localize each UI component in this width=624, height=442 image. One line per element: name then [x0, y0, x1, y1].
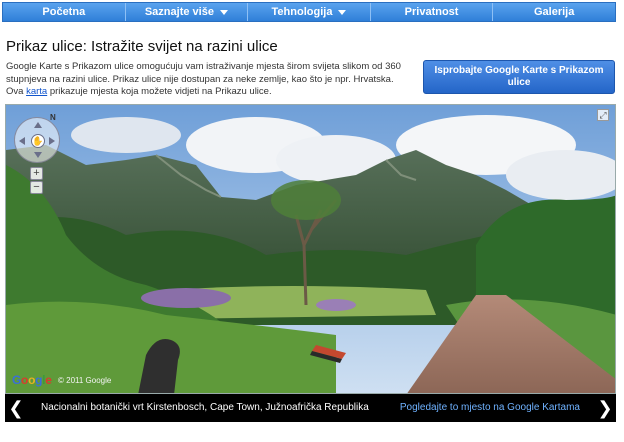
nav-item-label: Galerija: [533, 6, 575, 18]
nav-item-tehnologija[interactable]: Tehnologija: [248, 3, 371, 21]
try-google-maps-button[interactable]: Isprobajte Google Karte s Prikazom ulice: [423, 60, 615, 94]
nav-item-privatnost[interactable]: Privatnost: [371, 3, 494, 21]
logo-letter: G: [12, 373, 22, 387]
pan-right-icon[interactable]: [49, 137, 55, 145]
caption-bar: ❮ Nacionalni botanički vrt Kirstenbosch,…: [5, 394, 616, 422]
street-view-panorama[interactable]: ✋ N + − ⤢ Google © 2011 Google: [5, 104, 616, 394]
nav-item-label: Tehnologija: [271, 6, 333, 18]
nav-item-pocetna[interactable]: Početna: [3, 3, 126, 21]
copyright-text: © 2011 Google: [58, 376, 112, 385]
compass-north-label: N: [50, 113, 56, 122]
intro-text: Google Karte s Prikazom ulice omogućuju …: [6, 61, 406, 99]
location-caption: Nacionalni botanički vrt Kirstenbosch, C…: [41, 402, 369, 413]
chevron-down-icon: [219, 9, 228, 15]
panorama-image: [6, 105, 615, 393]
next-arrow-icon[interactable]: ❯: [594, 394, 616, 422]
nav-item-label: Početna: [42, 6, 86, 18]
pan-up-icon[interactable]: [34, 122, 42, 128]
view-on-google-maps-link[interactable]: Pogledajte to mjesto na Google Kartama: [400, 402, 580, 413]
nav-item-galerija[interactable]: Galerija: [493, 3, 615, 21]
chevron-down-icon: [338, 9, 347, 15]
pan-down-icon[interactable]: [34, 152, 42, 158]
hand-icon[interactable]: ✋: [31, 134, 45, 148]
pan-control[interactable]: ✋: [14, 117, 60, 163]
nav-item-saznajte-vise[interactable]: Saznajte više: [126, 3, 249, 21]
nav-item-label: Saznajte više: [144, 6, 214, 18]
google-logo: Google: [12, 373, 52, 387]
page-title: Prikaz ulice: Istražite svijet na razini…: [6, 38, 278, 55]
top-nav: Početna Saznajte više Tehnologija Privat…: [2, 2, 616, 22]
zoom-out-button[interactable]: −: [30, 181, 43, 194]
zoom-in-button[interactable]: +: [30, 167, 43, 180]
intro-text-part: prikazuje mjesta koja možete vidjeti na …: [47, 86, 272, 97]
try-google-maps-button-label: Isprobajte Google Karte s Prikazom ulice: [434, 65, 604, 88]
map-link[interactable]: karta: [26, 86, 47, 97]
fullscreen-icon[interactable]: ⤢: [597, 109, 609, 121]
logo-letter: e: [45, 373, 52, 387]
previous-arrow-icon[interactable]: ❮: [5, 394, 27, 422]
nav-item-label: Privatnost: [404, 6, 459, 18]
pan-left-icon[interactable]: [19, 137, 25, 145]
